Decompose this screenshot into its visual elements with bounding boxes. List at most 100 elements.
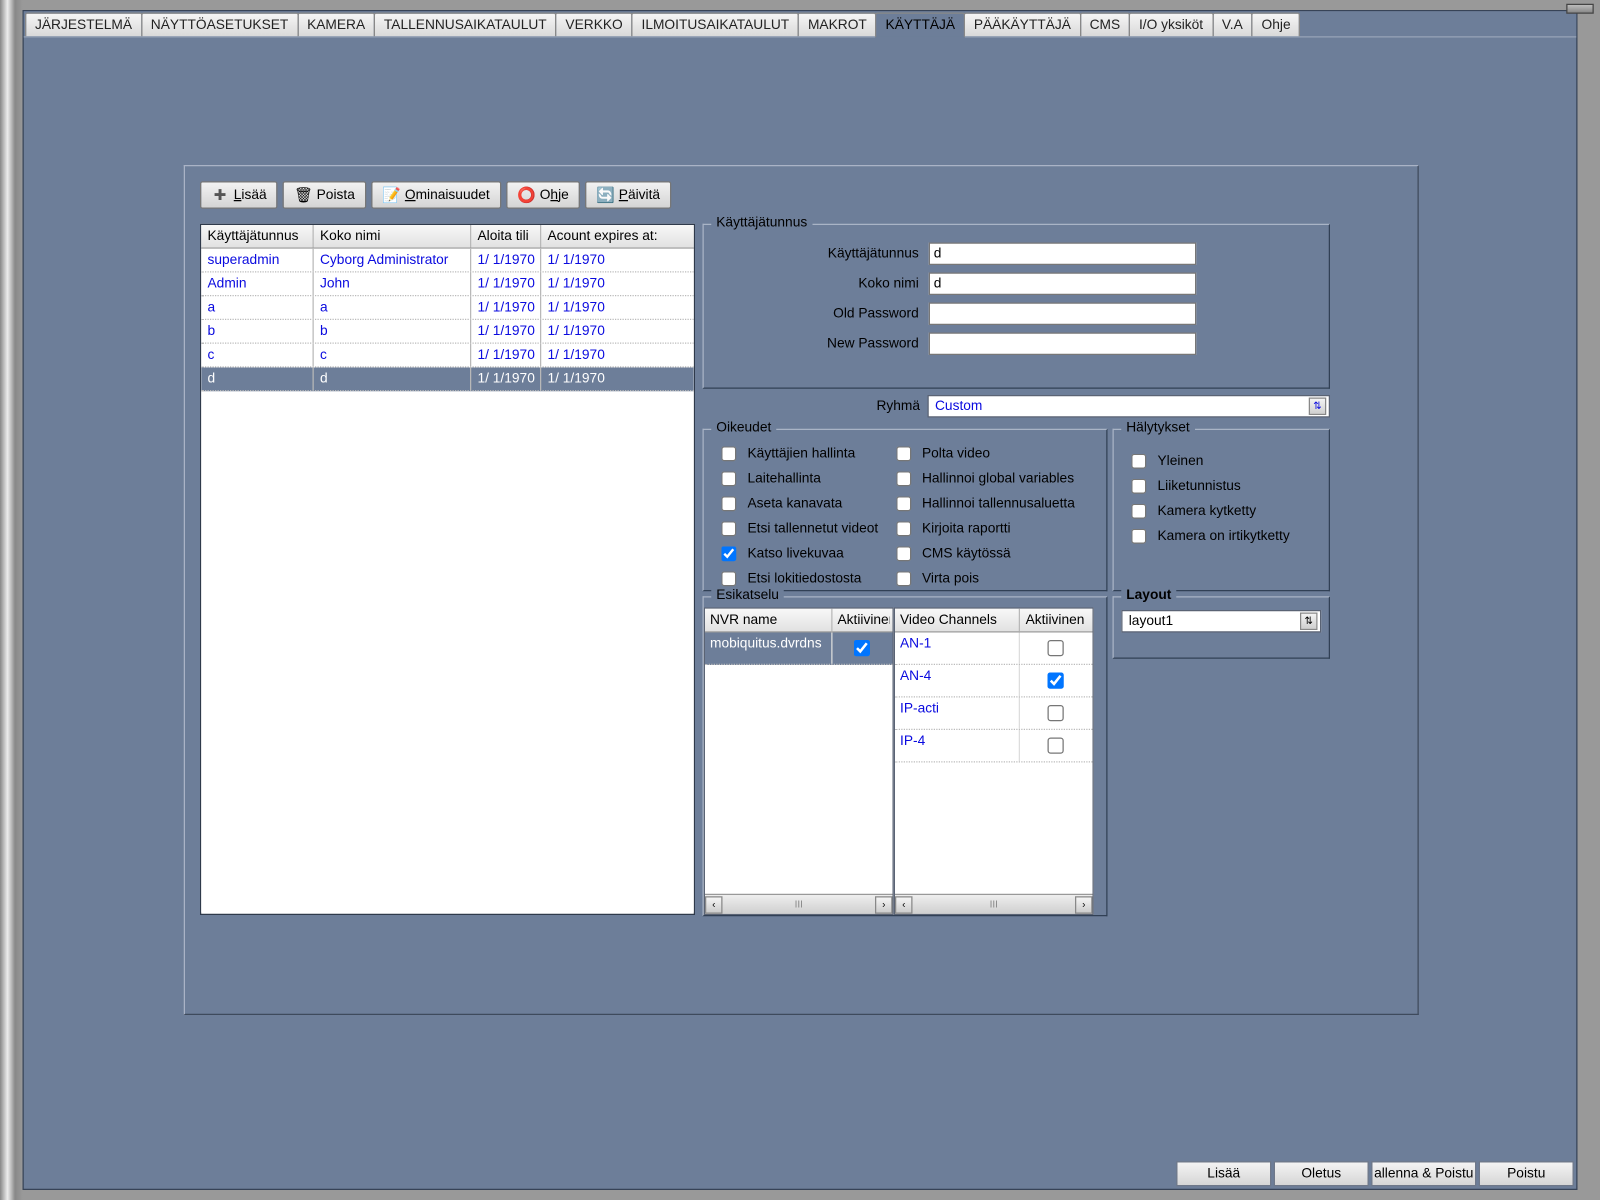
checkbox-item[interactable]: Käyttäjien hallinta — [716, 443, 878, 466]
layout-combobox[interactable]: layout1 ⇅ — [1121, 610, 1321, 633]
checkbox-item[interactable]: Kamera kytketty — [1126, 500, 1319, 523]
table-row[interactable]: IP-4 — [895, 730, 1093, 763]
scroll-right-icon[interactable]: › — [875, 896, 893, 914]
tab-pääkäyttäjä[interactable]: PÄÄKÄYTTÄJÄ — [964, 13, 1081, 37]
checkbox-item[interactable]: Kirjoita raportti — [891, 518, 1075, 541]
checkbox[interactable] — [896, 546, 911, 561]
checkbox[interactable] — [1131, 529, 1146, 544]
table-row[interactable]: superadminCyborg Administrator1/ 1/19701… — [201, 249, 694, 273]
table-row[interactable]: AN-4 — [895, 665, 1093, 698]
checkbox[interactable] — [896, 521, 911, 536]
column-header[interactable]: Aktiivinen — [833, 609, 891, 632]
nvr-scrollbar[interactable]: ‹III› — [705, 894, 893, 914]
checkbox-item[interactable]: Laitehallinta — [716, 468, 878, 491]
bottom-save-exit-button[interactable]: allenna & Poistu — [1371, 1161, 1476, 1186]
newpw-input[interactable] — [929, 333, 1197, 356]
table-row[interactable]: AdminJohn1/ 1/19701/ 1/1970 — [201, 273, 694, 297]
video-channels-table[interactable]: Video ChannelsAktiivinen AN-1AN-4IP-acti… — [894, 608, 1094, 916]
checkbox-item[interactable]: Etsi tallennetut videot — [716, 518, 878, 541]
column-header[interactable]: Video Channels — [895, 609, 1020, 632]
checkbox[interactable] — [1131, 454, 1146, 469]
checkbox[interactable] — [1048, 640, 1064, 656]
checkbox[interactable] — [721, 521, 736, 536]
layout-legend: Layout — [1121, 588, 1176, 603]
tab-i/o yksiköt[interactable]: I/O yksiköt — [1129, 13, 1213, 37]
users-table-body[interactable]: superadminCyborg Administrator1/ 1/19701… — [201, 249, 694, 913]
tab-ohje[interactable]: Ohje — [1252, 13, 1301, 37]
bottom-default-button[interactable]: Oletus — [1274, 1161, 1369, 1186]
checkbox[interactable] — [721, 471, 736, 486]
fullname-input[interactable] — [929, 273, 1197, 296]
checkbox[interactable] — [1131, 504, 1146, 519]
username-label: Käyttäjätunnus — [714, 246, 929, 261]
vc-scrollbar[interactable]: ‹III› — [895, 894, 1093, 914]
newpw-label: New Password — [714, 336, 929, 351]
tab-kamera[interactable]: KAMERA — [297, 13, 375, 37]
checkbox-item[interactable]: Liiketunnistus — [1126, 475, 1319, 498]
tab-makrot[interactable]: MAKROT — [798, 13, 877, 37]
checkbox[interactable] — [1048, 705, 1064, 721]
checkbox[interactable] — [721, 546, 736, 561]
checkbox[interactable] — [1048, 673, 1064, 689]
scroll-right-icon[interactable]: › — [1075, 896, 1093, 914]
table-row[interactable]: cc1/ 1/19701/ 1/1970 — [201, 344, 694, 368]
checkbox[interactable] — [896, 446, 911, 461]
checkbox-item[interactable]: Polta video — [891, 443, 1075, 466]
tab-ilmoitusaikataulut[interactable]: ILMOITUSAIKATAULUT — [632, 13, 800, 37]
table-row[interactable]: bb1/ 1/19701/ 1/1970 — [201, 320, 694, 344]
tab-verkko[interactable]: VERKKO — [555, 13, 632, 37]
checkbox-item[interactable]: Hallinnoi tallennusaluetta — [891, 493, 1075, 516]
checkbox-item[interactable]: Aseta kanavata — [716, 493, 878, 516]
checkbox[interactable] — [896, 496, 911, 511]
checkbox[interactable] — [896, 471, 911, 486]
checkbox[interactable] — [721, 571, 736, 586]
scroll-left-icon[interactable]: ‹ — [705, 896, 723, 914]
column-header[interactable]: Koko nimi — [314, 225, 472, 248]
tab-v.a[interactable]: V.A — [1212, 13, 1253, 37]
checkbox[interactable] — [721, 496, 736, 511]
preview-fieldset: Esikatselu NVR nameAktiivinen mobiquitus… — [703, 596, 1108, 916]
users-table[interactable]: KäyttäjätunnusKoko nimiAloita tiliAcount… — [200, 224, 695, 915]
checkbox[interactable] — [854, 640, 870, 656]
column-header[interactable]: Aktiivinen — [1020, 609, 1090, 632]
nvr-table[interactable]: NVR nameAktiivinen mobiquitus.dvrdns ‹II… — [704, 608, 894, 916]
table-row[interactable]: mobiquitus.dvrdns — [705, 633, 893, 666]
checkbox-item[interactable]: CMS käytössä — [891, 543, 1075, 566]
column-header[interactable]: Aloita tili — [471, 225, 541, 248]
add-button[interactable]: Lisää — [200, 181, 278, 209]
checkbox-label: Käyttäjien hallinta — [748, 446, 856, 461]
trash-icon — [294, 186, 312, 204]
table-row[interactable]: IP-acti — [895, 698, 1093, 731]
scroll-left-icon[interactable]: ‹ — [895, 896, 913, 914]
bottom-add-button[interactable]: Lisää — [1176, 1161, 1271, 1186]
properties-button[interactable]: Ominaisuudet — [371, 181, 501, 209]
bottom-exit-button[interactable]: Poistu — [1479, 1161, 1574, 1186]
checkbox[interactable] — [721, 446, 736, 461]
window-control[interactable] — [1566, 4, 1594, 14]
tab-käyttäjä[interactable]: KÄYTTÄJÄ — [876, 13, 966, 38]
tab-cms[interactable]: CMS — [1080, 13, 1131, 37]
help-button[interactable]: Ohje — [506, 181, 580, 209]
checkbox[interactable] — [896, 571, 911, 586]
checkbox-item[interactable]: Kamera on irtikytketty — [1126, 525, 1319, 548]
tab-näyttöasetukset[interactable]: NÄYTTÖASETUKSET — [141, 13, 299, 37]
table-row[interactable]: AN-1 — [895, 633, 1093, 666]
checkbox[interactable] — [1048, 738, 1064, 754]
checkbox-item[interactable]: Yleinen — [1126, 450, 1319, 473]
column-header[interactable]: Käyttäjätunnus — [201, 225, 314, 248]
checkbox-item[interactable]: Virta pois — [891, 568, 1075, 591]
checkbox-item[interactable]: Katso livekuvaa — [716, 543, 878, 566]
table-row[interactable]: dd1/ 1/19701/ 1/1970 — [201, 368, 694, 392]
refresh-button[interactable]: Päivitä — [585, 181, 671, 209]
tab-järjestelmä[interactable]: JÄRJESTELMÄ — [25, 13, 142, 37]
oldpw-input[interactable] — [929, 303, 1197, 326]
username-input[interactable] — [929, 243, 1197, 266]
column-header[interactable]: Acount expires at: — [541, 225, 691, 248]
column-header[interactable]: NVR name — [705, 609, 833, 632]
tab-tallennusaikataulut[interactable]: TALLENNUSAIKATAULUT — [374, 13, 557, 37]
remove-button[interactable]: Poista — [283, 181, 366, 209]
table-row[interactable]: aa1/ 1/19701/ 1/1970 — [201, 296, 694, 320]
group-combobox[interactable]: Custom ⇅ — [928, 395, 1331, 418]
checkbox-item[interactable]: Hallinnoi global variables — [891, 468, 1075, 491]
checkbox[interactable] — [1131, 479, 1146, 494]
